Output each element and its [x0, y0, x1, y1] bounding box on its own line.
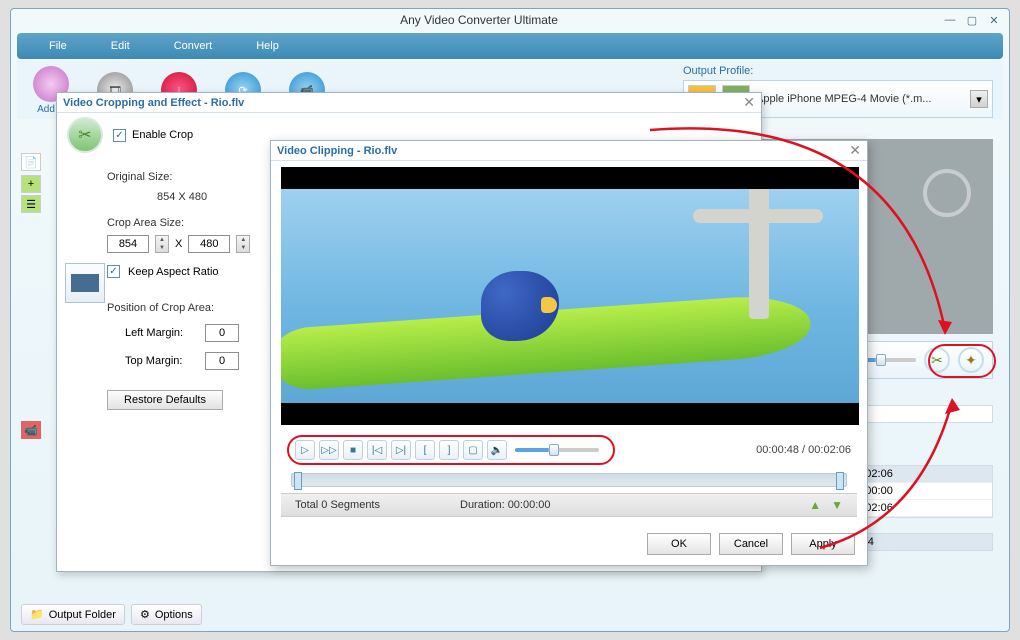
crop-width-spinner[interactable]: ▲▼: [155, 235, 169, 253]
ok-button[interactable]: OK: [647, 533, 711, 555]
chevron-down-icon[interactable]: ▾: [970, 90, 988, 108]
options-button[interactable]: ⚙ Options: [131, 604, 202, 625]
disc-outline-icon: [923, 169, 971, 217]
keep-aspect-checkbox[interactable]: [107, 265, 120, 278]
menu-help[interactable]: Help: [234, 36, 301, 56]
menu-convert[interactable]: Convert: [152, 36, 235, 56]
segments-count: Total 0 Segments: [295, 499, 380, 511]
segment-up-button[interactable]: ▲: [809, 498, 821, 512]
apply-button[interactable]: Apply: [791, 533, 855, 555]
left-panel: 📄 + ☰ 📹: [21, 153, 55, 583]
top-margin-input[interactable]: [205, 352, 239, 370]
menu-file[interactable]: File: [27, 36, 89, 56]
position-label: Position of Crop Area:: [107, 302, 214, 314]
clip-transport-bar: ▷ ▷▷ ■ |◁ ▷| [ ] ▢ 🔈 00:00:48 / 00:02:06: [281, 431, 857, 469]
menubar: File Edit Convert Help: [17, 33, 1003, 59]
segments-row: Total 0 Segments Duration: 00:00:00 ▲ ▼: [281, 493, 857, 517]
clip-dialog-titlebar: Video Clipping - Rio.flv ✕: [271, 141, 867, 161]
next-frame-button[interactable]: ▷|: [391, 440, 411, 460]
time-total: 00:02:06: [808, 444, 851, 456]
clip-timeline[interactable]: [291, 473, 847, 487]
crop-height-spinner[interactable]: ▲▼: [236, 235, 250, 253]
restore-defaults-button[interactable]: Restore Defaults: [107, 390, 223, 410]
cancel-button[interactable]: Cancel: [719, 533, 783, 555]
panel-plus-icon[interactable]: +: [21, 175, 41, 193]
status-bar: 📁 Output Folder ⚙ Options: [21, 604, 202, 625]
enable-crop-label: Enable Crop: [132, 129, 193, 141]
play-segment-button[interactable]: ▷▷: [319, 440, 339, 460]
output-folder-button[interactable]: 📁 Output Folder: [21, 604, 125, 625]
snapshot-button[interactable]: ▢: [463, 440, 483, 460]
panel-doc-icon[interactable]: 📄: [21, 153, 41, 171]
crop-area-label: Crop Area Size:: [107, 217, 184, 229]
prev-frame-button[interactable]: |◁: [367, 440, 387, 460]
enable-crop-checkbox[interactable]: [113, 129, 126, 142]
titlebar: Any Video Converter Ultimate — ▢ ✕: [11, 9, 1009, 31]
mark-out-button[interactable]: ]: [439, 440, 459, 460]
video-frame-image: [281, 189, 859, 403]
segments-duration: Duration: 00:00:00: [460, 499, 551, 511]
original-size-label: Original Size:: [107, 171, 172, 183]
crop-dialog-close-icon[interactable]: ✕: [743, 94, 755, 111]
profile-name: Apple iPhone MPEG-4 Movie (*.m...: [756, 93, 964, 105]
play-button[interactable]: ▷: [295, 440, 315, 460]
gear-icon: ⚙: [140, 608, 150, 621]
volume-slider[interactable]: [515, 448, 599, 452]
crop-dialog-titlebar: Video Cropping and Effect - Rio.flv ✕: [57, 93, 761, 113]
timeline-mark-end[interactable]: [836, 472, 844, 490]
output-profile-label: Output Profile:: [683, 65, 753, 77]
clip-dialog-title: Video Clipping - Rio.flv: [277, 145, 397, 157]
filmstrip-icon: [71, 274, 99, 292]
time-current: 00:00:48: [756, 444, 799, 456]
crop-height-input[interactable]: [188, 235, 230, 253]
timeline-mark-start[interactable]: [294, 472, 302, 490]
minimize-button[interactable]: —: [941, 13, 959, 27]
close-button[interactable]: ✕: [985, 13, 1003, 27]
folder-icon: 📁: [30, 608, 44, 621]
window-title: Any Video Converter Ultimate: [17, 13, 941, 27]
video-clipping-dialog: Video Clipping - Rio.flv ✕ ▷ ▷▷ ■ |◁ ▷|: [270, 140, 868, 566]
clip-video-preview: [281, 167, 859, 425]
options-label: Options: [155, 609, 193, 621]
callout-controls-highlight: ▷ ▷▷ ■ |◁ ▷| [ ] ▢ 🔈: [287, 435, 615, 465]
panel-record-icon[interactable]: 📹: [21, 421, 41, 439]
panel-preset-icon[interactable]: ☰: [21, 195, 41, 213]
time-display: 00:00:48 / 00:02:06: [756, 444, 851, 456]
callout-circle-tools: [928, 344, 996, 378]
top-margin-label: Top Margin:: [125, 355, 195, 367]
clip-dialog-buttons: OK Cancel Apply: [271, 523, 867, 561]
slider-thumb[interactable]: [876, 354, 886, 366]
segment-down-button[interactable]: ▼: [831, 498, 843, 512]
crop-scissors-icon: ✂: [67, 117, 103, 153]
left-margin-label: Left Margin:: [125, 327, 195, 339]
maximize-button[interactable]: ▢: [963, 13, 981, 27]
keep-aspect-label: Keep Aspect Ratio: [128, 266, 219, 278]
left-margin-input[interactable]: [205, 324, 239, 342]
crop-dialog-title: Video Cropping and Effect - Rio.flv: [63, 97, 244, 109]
crop-tab-film[interactable]: [65, 263, 105, 303]
clip-dialog-close-icon[interactable]: ✕: [849, 142, 861, 159]
x-separator: X: [175, 238, 182, 250]
crop-width-input[interactable]: [107, 235, 149, 253]
menu-edit[interactable]: Edit: [89, 36, 152, 56]
stop-button[interactable]: ■: [343, 440, 363, 460]
output-folder-label: Output Folder: [49, 609, 116, 621]
mark-in-button[interactable]: [: [415, 440, 435, 460]
volume-button[interactable]: 🔈: [487, 440, 507, 460]
statue-figure: [727, 189, 791, 359]
